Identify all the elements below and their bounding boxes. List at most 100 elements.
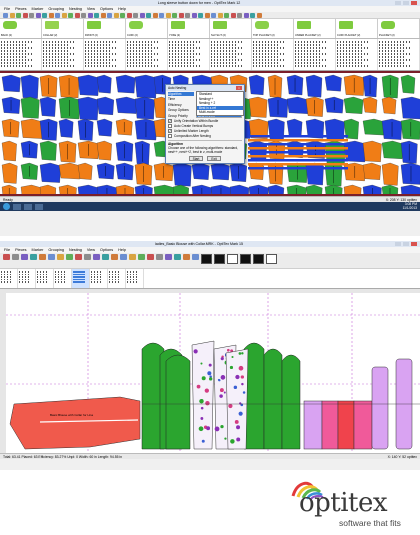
piece-thumbnail[interactable] bbox=[253, 254, 264, 264]
toolbar-tool-icon[interactable] bbox=[48, 13, 54, 18]
toolbar-tool-icon[interactable] bbox=[102, 254, 109, 260]
exit-button[interactable]: Exit bbox=[207, 156, 221, 161]
marker-canvas[interactable]: Basic Blouse with Collar for Lina bbox=[0, 289, 420, 453]
menu-nesting[interactable]: Nesting bbox=[69, 248, 82, 252]
close-button[interactable] bbox=[411, 1, 417, 5]
toolbar-tool-icon[interactable] bbox=[172, 13, 177, 18]
start-button[interactable] bbox=[3, 203, 10, 210]
piece-info-cell[interactable] bbox=[72, 269, 90, 288]
menu-pieces[interactable]: Pieces bbox=[15, 248, 26, 252]
toolbar-tool-icon[interactable] bbox=[230, 13, 236, 18]
toolbar-tool-icon[interactable] bbox=[68, 13, 73, 18]
toolbar-tool-icon[interactable] bbox=[217, 13, 223, 18]
toolbar-tool-icon[interactable] bbox=[29, 13, 34, 18]
toolbar-tool-icon[interactable] bbox=[22, 13, 28, 18]
toolbar-tool-icon[interactable] bbox=[256, 13, 262, 18]
toolbar-tool-icon[interactable] bbox=[12, 254, 19, 260]
piece-info-cell[interactable] bbox=[90, 269, 108, 288]
toolbar-tool-icon[interactable] bbox=[94, 13, 99, 18]
piece-thumbnail[interactable]: SLV SLIT (2) bbox=[210, 19, 252, 38]
toolbar-tool-icon[interactable] bbox=[120, 13, 125, 18]
toolbar-tool-icon[interactable] bbox=[16, 13, 21, 18]
menu-options[interactable]: Options bbox=[100, 7, 113, 11]
menu-marker[interactable]: Marker bbox=[32, 248, 44, 252]
toolbar-tool-icon[interactable] bbox=[111, 254, 118, 260]
toolbar-tool-icon[interactable] bbox=[87, 13, 93, 18]
piece-thumbnail[interactable]: YOKE (2) bbox=[168, 19, 210, 38]
toolbar-tool-icon[interactable] bbox=[237, 13, 242, 18]
toolbar-tool-icon[interactable] bbox=[156, 254, 163, 260]
toolbar-tool-icon[interactable] bbox=[178, 13, 184, 18]
toolbar-tool-icon[interactable] bbox=[211, 13, 216, 18]
piece-thumbnail[interactable]: TOP PLACKET (2) bbox=[252, 19, 294, 38]
toolbar-tool-icon[interactable] bbox=[120, 254, 127, 260]
piece-info-cell[interactable] bbox=[36, 269, 54, 288]
toolbar-tool-icon[interactable] bbox=[84, 254, 91, 260]
piece-info-cell[interactable] bbox=[108, 269, 126, 288]
toolbar-tool-icon[interactable] bbox=[183, 254, 190, 260]
menu-grouping[interactable]: Grouping bbox=[48, 7, 64, 11]
toolbar-tool-icon[interactable] bbox=[100, 13, 106, 18]
maximize-button[interactable] bbox=[403, 242, 409, 246]
menu-marker[interactable]: Marker bbox=[32, 7, 44, 11]
taskbar-app[interactable] bbox=[35, 203, 43, 210]
toolbar-tool-icon[interactable] bbox=[147, 254, 154, 260]
menu-nesting[interactable]: Nesting bbox=[69, 7, 82, 11]
piece-thumbnail[interactable] bbox=[266, 254, 277, 264]
toolbar-tool-icon[interactable] bbox=[57, 254, 64, 260]
checkbox[interactable] bbox=[168, 124, 172, 128]
toolbar-tool-icon[interactable] bbox=[250, 13, 255, 18]
checkbox[interactable]: ✓ bbox=[168, 129, 172, 133]
toolbar-tool-icon[interactable] bbox=[165, 13, 171, 18]
piece-thumbnail[interactable] bbox=[240, 254, 251, 264]
toolbar-tool-icon[interactable] bbox=[3, 13, 8, 18]
piece-info-cell[interactable] bbox=[18, 269, 36, 288]
dropdown-option[interactable]: Multi-mode bbox=[197, 110, 243, 115]
close-button[interactable] bbox=[411, 242, 417, 246]
checkbox[interactable]: ✓ bbox=[168, 119, 172, 123]
menu-file[interactable]: File bbox=[4, 248, 10, 252]
toolbar-tool-icon[interactable] bbox=[81, 13, 86, 18]
toolbar-tool-icon[interactable] bbox=[192, 254, 199, 260]
checkbox[interactable] bbox=[168, 134, 172, 138]
toolbar-tool-icon[interactable] bbox=[133, 13, 138, 18]
menu-view[interactable]: View bbox=[87, 7, 95, 11]
menu-grouping[interactable]: Grouping bbox=[48, 248, 64, 252]
piece-thumbnail[interactable] bbox=[201, 254, 212, 264]
minimize-button[interactable] bbox=[395, 1, 401, 5]
toolbar-tool-icon[interactable] bbox=[93, 254, 100, 260]
toolbar-tool-icon[interactable] bbox=[174, 254, 181, 260]
dialog-close-button[interactable]: × bbox=[236, 86, 242, 90]
toolbar-tool-icon[interactable] bbox=[159, 13, 164, 18]
toolbar-tool-icon[interactable] bbox=[146, 13, 151, 18]
toolbar-tool-icon[interactable] bbox=[198, 13, 203, 18]
menu-pieces[interactable]: Pieces bbox=[15, 7, 26, 11]
menu-options[interactable]: Options bbox=[100, 248, 113, 252]
piece-info-cell[interactable] bbox=[0, 269, 18, 288]
toolbar-tool-icon[interactable] bbox=[126, 13, 132, 18]
minimize-button[interactable] bbox=[395, 242, 401, 246]
piece-info-cell[interactable] bbox=[54, 269, 72, 288]
menu-view[interactable]: View bbox=[87, 248, 95, 252]
toolbar-tool-icon[interactable] bbox=[138, 254, 145, 260]
piece-thumbnail[interactable]: COLLAR (2) bbox=[42, 19, 84, 38]
toolbar-tool-icon[interactable] bbox=[139, 13, 145, 18]
menu-file[interactable]: File bbox=[4, 7, 10, 11]
toolbar-tool-icon[interactable] bbox=[48, 254, 55, 260]
toolbar-tool-icon[interactable] bbox=[191, 13, 197, 18]
check-composition[interactable]: Composition After Nesting bbox=[166, 134, 244, 139]
toolbar-tool-icon[interactable] bbox=[35, 13, 41, 18]
toolbar-tool-icon[interactable] bbox=[42, 13, 47, 18]
toolbar-tool-icon[interactable] bbox=[55, 13, 60, 18]
piece-thumbnail[interactable]: PLACKET (2) bbox=[378, 19, 420, 38]
toolbar-tool-icon[interactable] bbox=[39, 254, 46, 260]
toolbar-tool-icon[interactable] bbox=[165, 254, 172, 260]
toolbar-tool-icon[interactable] bbox=[9, 13, 15, 18]
start-button[interactable]: Start bbox=[189, 156, 203, 161]
toolbar-tool-icon[interactable] bbox=[61, 13, 67, 18]
piece-thumbnail[interactable]: CUFF PLACKET (2) bbox=[336, 19, 378, 38]
taskbar-app[interactable] bbox=[24, 203, 32, 210]
piece-thumbnail[interactable] bbox=[227, 254, 238, 264]
toolbar-tool-icon[interactable] bbox=[107, 13, 112, 18]
toolbar-tool-icon[interactable] bbox=[129, 254, 136, 260]
